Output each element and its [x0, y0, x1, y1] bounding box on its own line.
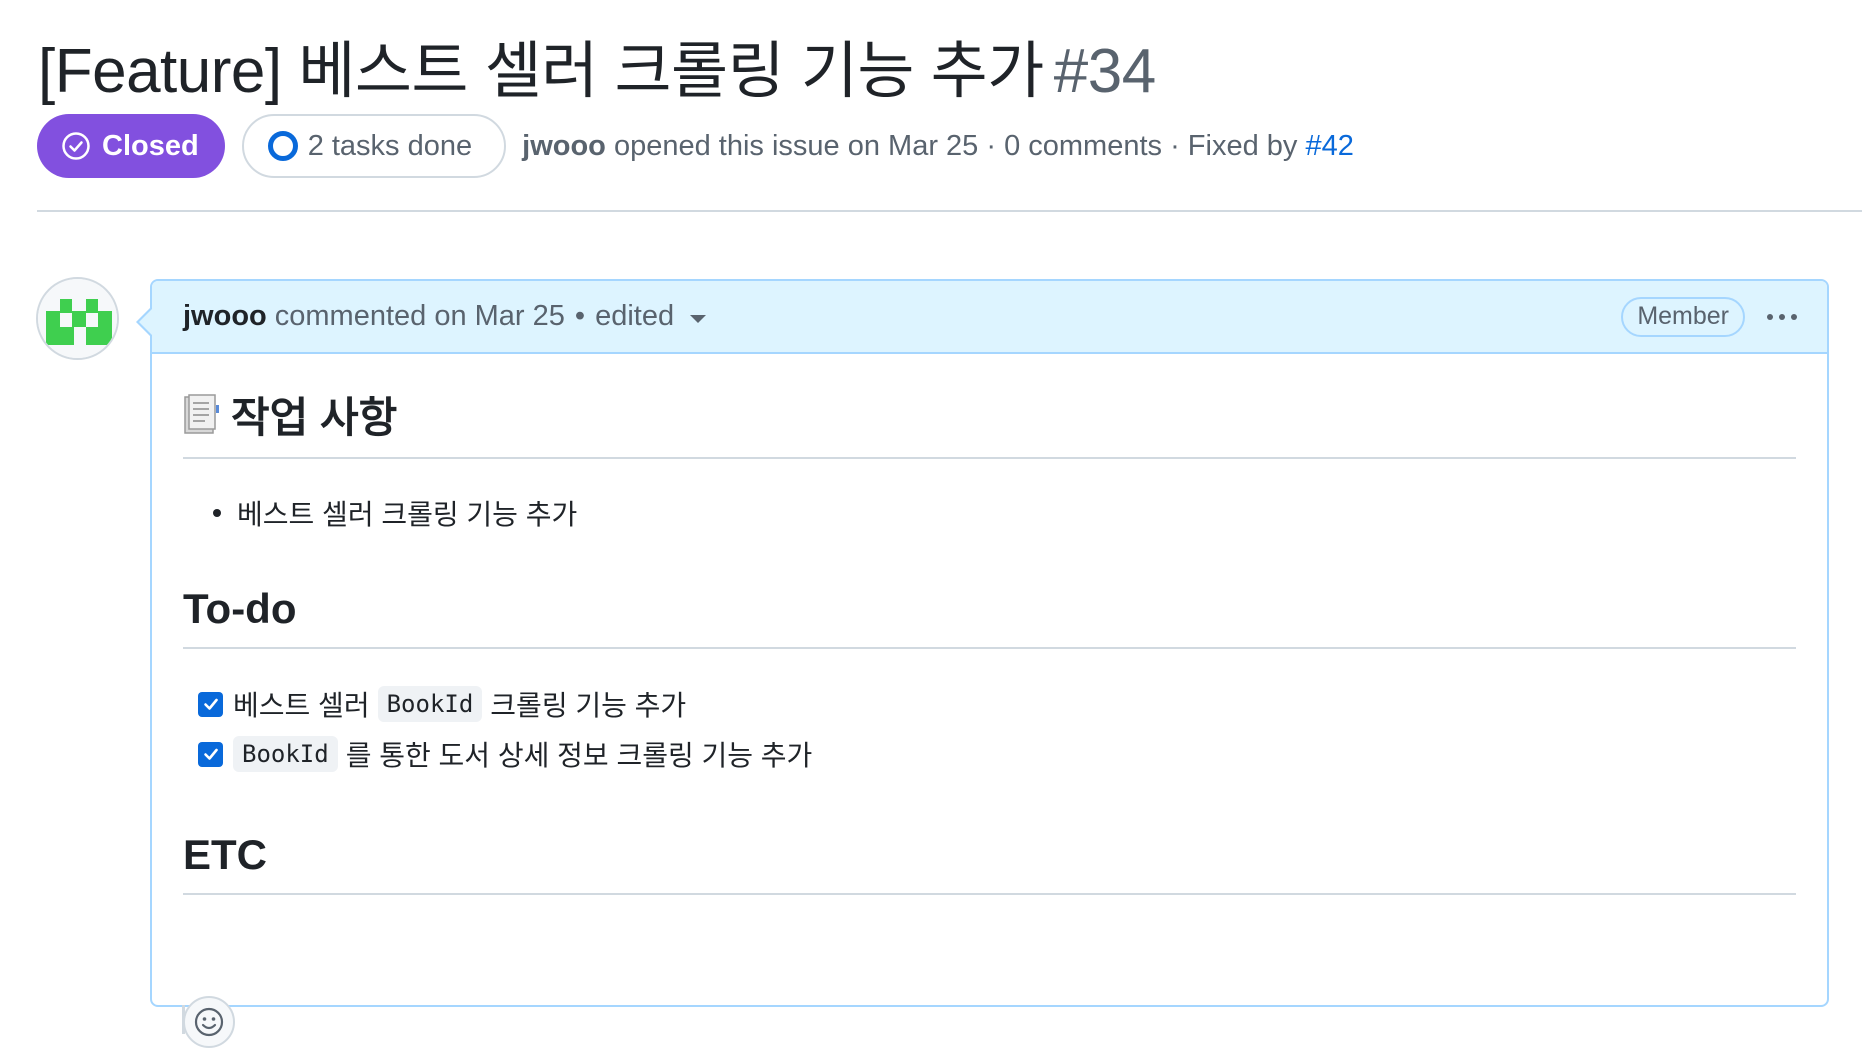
checkbox-icon[interactable]: [198, 691, 223, 717]
task-text-suffix: 를 통한 도서 상세 정보 크롤링 기능 추가: [345, 740, 813, 771]
tasks-label: 2 tasks done: [307, 129, 473, 162]
issue-number: #34: [1053, 37, 1156, 106]
doc-icon: [184, 393, 219, 434]
opened-text: opened this issue on Mar 25 · 0 comments…: [613, 129, 1298, 162]
comment-box: jwooo commented on Mar 25 • edited Membe…: [136, 279, 1829, 1048]
task-item: 베스트 셀러 BookId 크롤링 기능 추가: [183, 679, 1796, 729]
inline-code: BookId: [377, 686, 483, 722]
kebab-icon[interactable]: [1767, 313, 1797, 320]
role-badge: Member: [1621, 296, 1745, 337]
smiley-icon: [194, 1007, 224, 1037]
issue-title: [Feature] 베스트 셀러 크롤링 기능 추가 #34: [38, 20, 1156, 110]
progress-ring-icon: [267, 131, 298, 161]
todo-list: 베스트 셀러 BookId 크롤링 기능 추가 BookId 를 통한 도서 상…: [183, 679, 1796, 779]
etc-heading: ETC: [183, 831, 1796, 895]
issue-meta-text: jwooo opened this issue on Mar 25 · 0 co…: [522, 130, 1354, 163]
inline-code: BookId: [233, 736, 338, 772]
work-heading: 작업 사항: [183, 354, 1796, 459]
comment-pointer-fill: [139, 308, 153, 336]
state-label: Closed: [102, 129, 199, 162]
fixed-by-link[interactable]: #42: [1305, 130, 1353, 162]
list-item: 베스트 셀러 크롤링 기능 추가: [183, 493, 1796, 533]
issue-title-text: [Feature] 베스트 셀러 크롤링 기능 추가: [38, 37, 1044, 106]
task-text-prefix: 베스트 셀러: [233, 690, 370, 721]
comment-author-link[interactable]: jwooo: [183, 300, 267, 333]
caret-down-icon[interactable]: [690, 314, 707, 323]
task-text-suffix: 크롤링 기능 추가: [490, 690, 687, 721]
add-reaction-button[interactable]: [183, 996, 235, 1048]
state-badge: Closed: [37, 114, 225, 178]
check-circle-icon: [62, 132, 90, 160]
timeline-line: [182, 1005, 185, 1034]
avatar[interactable]: [36, 277, 119, 360]
work-heading-text: 작업 사항: [231, 394, 398, 441]
comment-header: jwooo commented on Mar 25 • edited Membe…: [152, 281, 1827, 354]
work-list: 베스트 셀러 크롤링 기능 추가: [183, 493, 1796, 533]
issue-meta: Closed 2 tasks done jwooo opened this is…: [37, 114, 1354, 178]
header-divider: [37, 210, 1862, 212]
comment-action: commented on Mar 25: [274, 300, 565, 332]
checkbox-icon[interactable]: [198, 741, 223, 767]
comment-separator: •: [574, 300, 586, 332]
issue-author-link[interactable]: jwooo: [522, 130, 606, 162]
todo-heading: To-do: [183, 585, 1796, 649]
comment-body: 작업 사항 베스트 셀러 크롤링 기능 추가 To-do 베스트 셀러 Book…: [152, 354, 1827, 1048]
task-item: BookId 를 통한 도서 상세 정보 크롤링 기능 추가: [183, 729, 1796, 779]
edited-dropdown[interactable]: edited: [595, 300, 674, 333]
tasks-progress[interactable]: 2 tasks done: [241, 114, 507, 178]
avatar-identicon: [38, 279, 117, 358]
